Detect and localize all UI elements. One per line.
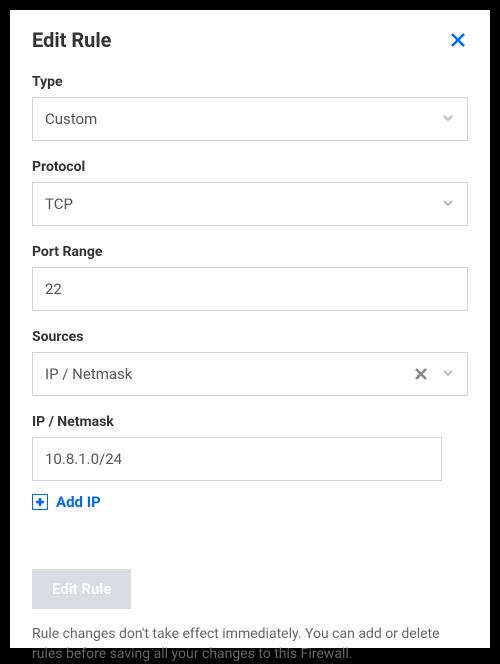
add-ip-label: Add IP — [56, 493, 101, 511]
modal-header: Edit Rule — [32, 28, 468, 52]
type-value: Custom — [45, 110, 441, 128]
footer-text: Rule changes don't take effect immediate… — [32, 625, 468, 664]
protocol-value: TCP — [45, 195, 441, 213]
ip-netmask-input[interactable] — [32, 437, 442, 481]
type-label: Type — [32, 74, 468, 90]
protocol-label: Protocol — [32, 159, 468, 175]
close-icon[interactable] — [448, 30, 468, 50]
field-sources: Sources IP / Netmask — [32, 329, 468, 396]
field-ip-netmask: IP / Netmask Add IP — [32, 414, 468, 511]
edit-rule-modal: Edit Rule Type Custom Protocol TCP Port … — [10, 10, 490, 648]
field-protocol: Protocol TCP — [32, 159, 468, 226]
ip-netmask-label: IP / Netmask — [32, 414, 468, 430]
plus-icon — [32, 494, 48, 510]
port-range-label: Port Range — [32, 244, 468, 260]
field-type: Type Custom — [32, 74, 468, 141]
protocol-select[interactable]: TCP — [32, 182, 468, 226]
port-range-input[interactable] — [32, 267, 468, 311]
sources-label: Sources — [32, 329, 468, 345]
chevron-down-icon — [441, 195, 455, 214]
clear-icon[interactable] — [415, 365, 427, 384]
type-select[interactable]: Custom — [32, 97, 468, 141]
chevron-down-icon — [441, 365, 455, 384]
modal-title: Edit Rule — [32, 28, 111, 52]
sources-select[interactable]: IP / Netmask — [32, 352, 468, 396]
edit-rule-button[interactable]: Edit Rule — [32, 569, 131, 609]
sources-value: IP / Netmask — [45, 365, 415, 383]
field-port-range: Port Range — [32, 244, 468, 311]
chevron-down-icon — [441, 110, 455, 129]
add-ip-button[interactable]: Add IP — [32, 493, 468, 511]
